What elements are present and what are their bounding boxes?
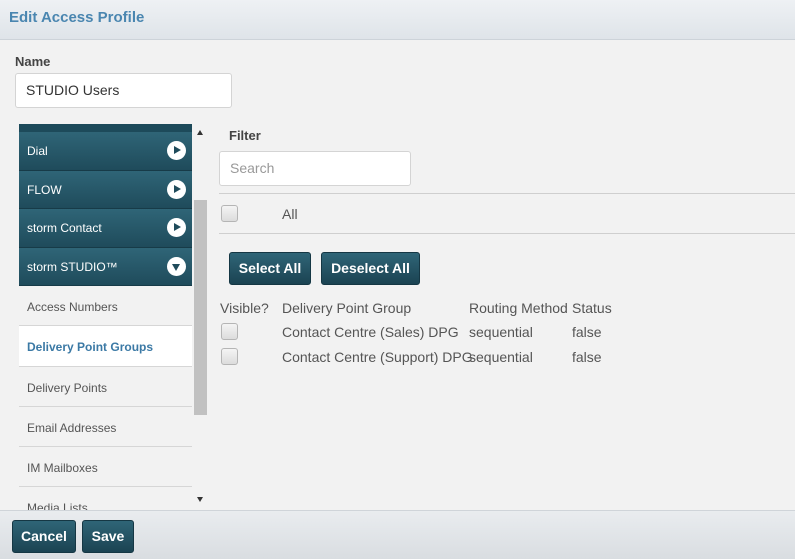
nav-scrollbar[interactable] [193, 124, 208, 510]
nav-group-storm-studio[interactable]: storm STUDIO™ [19, 247, 192, 286]
column-header-routing-method: Routing Method [469, 300, 568, 316]
select-all-button[interactable]: Select All [229, 252, 311, 285]
nav-item-label: Access Numbers [27, 300, 118, 314]
nav-group-dial[interactable]: Dial [19, 132, 192, 171]
nav-item-label: IM Mailboxes [27, 461, 98, 476]
all-label: All [282, 206, 298, 222]
nav-group-label: Dial [27, 144, 48, 158]
row-group-name: Contact Centre (Support) DPG [282, 349, 473, 365]
row-routing-method: sequential [469, 349, 533, 365]
row-visible-checkbox[interactable] [221, 323, 238, 340]
scroll-thumb[interactable] [194, 200, 207, 415]
nav-item-label: Media Lists [27, 501, 88, 510]
nav-item-email-addresses[interactable]: Email Addresses [19, 406, 192, 448]
row-visible-checkbox[interactable] [221, 348, 238, 365]
row-routing-method: sequential [469, 324, 533, 340]
column-header-status: Status [572, 300, 612, 316]
divider [219, 193, 795, 194]
dialog-title: Edit Access Profile [9, 9, 145, 26]
nav-group-label: FLOW [27, 182, 62, 197]
row-status: false [572, 349, 602, 365]
scroll-down-icon[interactable] [197, 497, 203, 502]
nav-group-storm-contact[interactable]: storm Contact [19, 209, 192, 248]
filter-label: Filter [229, 128, 261, 143]
nav-top-strip [19, 124, 192, 132]
column-header-delivery-point-group: Delivery Point Group [282, 300, 412, 316]
nav-group-label: storm Contact [27, 221, 102, 235]
nav-item-delivery-point-groups[interactable]: Delivery Point Groups [19, 326, 192, 367]
save-button[interactable]: Save [82, 520, 134, 553]
nav-item-label: Email Addresses [27, 420, 117, 435]
search-input[interactable]: Search [219, 151, 411, 186]
category-nav: Dial FLOW storm Contact storm STUDIO™ Ac… [19, 124, 192, 510]
expand-arrow-icon [167, 141, 186, 160]
nav-group-label: storm STUDIO™ [27, 259, 118, 274]
nav-item-access-numbers[interactable]: Access Numbers [19, 286, 192, 327]
collapse-arrow-icon [167, 256, 186, 276]
name-label: Name [15, 54, 51, 69]
dialog-titlebar: Edit Access Profile [0, 0, 795, 40]
expand-arrow-icon [167, 179, 186, 199]
expand-arrow-icon [167, 218, 186, 237]
nav-item-delivery-points[interactable]: Delivery Points [19, 366, 192, 407]
select-all-checkbox[interactable] [221, 205, 238, 222]
nav-group-flow[interactable]: FLOW [19, 170, 192, 209]
divider [219, 233, 795, 234]
row-group-name: Contact Centre (Sales) DPG [282, 324, 459, 340]
column-header-visible: Visible? [220, 300, 269, 316]
nav-item-label: Delivery Points [27, 380, 108, 395]
scroll-up-icon[interactable] [197, 130, 203, 135]
name-input[interactable]: STUDIO Users [15, 73, 232, 108]
nav-item-label: Delivery Point Groups [27, 340, 154, 355]
deselect-all-button[interactable]: Deselect All [321, 252, 420, 285]
cancel-button[interactable]: Cancel [12, 520, 76, 553]
row-status: false [572, 324, 602, 340]
nav-item-media-lists[interactable]: Media Lists [19, 487, 192, 510]
nav-item-im-mailboxes[interactable]: IM Mailboxes [19, 447, 192, 488]
